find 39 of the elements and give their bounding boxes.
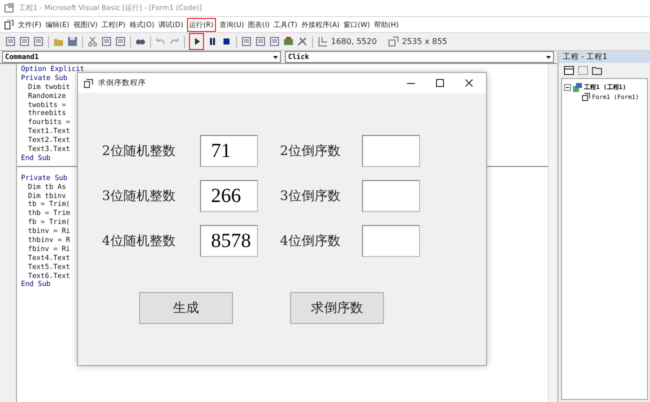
close-icon[interactable] bbox=[464, 78, 474, 88]
position-icon bbox=[317, 36, 328, 47]
app-icon bbox=[4, 2, 15, 14]
cut-icon[interactable] bbox=[87, 36, 98, 47]
text-field[interactable]: 71 bbox=[200, 135, 258, 167]
dialog-button[interactable]: 求倒序数 bbox=[290, 292, 384, 324]
field-label: 3位倒序数 bbox=[280, 188, 342, 205]
text-field[interactable]: 266 bbox=[200, 180, 258, 212]
field-label: 4位随机整数 bbox=[102, 233, 176, 250]
form-icon bbox=[84, 78, 93, 88]
redo-icon[interactable] bbox=[169, 36, 180, 47]
open-icon[interactable] bbox=[53, 36, 64, 47]
expander-icon[interactable] bbox=[564, 84, 571, 90]
pause-icon[interactable] bbox=[207, 36, 218, 47]
size-icon bbox=[388, 36, 399, 47]
dialog-button[interactable]: 生成 bbox=[139, 292, 233, 324]
size-readout: 2535 x 855 bbox=[402, 37, 448, 46]
form-icon bbox=[582, 93, 590, 101]
document-icon bbox=[4, 20, 14, 30]
folder-icon[interactable] bbox=[592, 66, 602, 75]
project-icon bbox=[573, 82, 582, 92]
text-field[interactable] bbox=[362, 225, 420, 257]
text-field[interactable] bbox=[362, 180, 420, 212]
view-object-icon[interactable] bbox=[578, 66, 588, 75]
maximize-icon[interactable] bbox=[435, 78, 445, 88]
field-label: 2位随机整数 bbox=[102, 143, 176, 160]
field-label: 3位随机整数 bbox=[102, 188, 176, 205]
text-field[interactable]: 8578 bbox=[200, 225, 258, 257]
dropdown-caret-icon[interactable] bbox=[272, 54, 279, 60]
scrollbar[interactable] bbox=[548, 64, 557, 402]
dropdown-caret-icon[interactable] bbox=[545, 54, 552, 60]
stop-icon[interactable] bbox=[221, 36, 232, 47]
undo-icon[interactable] bbox=[155, 36, 166, 47]
field-label: 2位倒序数 bbox=[280, 143, 342, 160]
view-code-icon[interactable] bbox=[564, 66, 574, 75]
save-icon[interactable] bbox=[67, 36, 78, 47]
position-readout: 1680, 5520 bbox=[331, 37, 377, 46]
text-field[interactable] bbox=[362, 135, 420, 167]
field-label: 4位倒序数 bbox=[280, 233, 342, 250]
